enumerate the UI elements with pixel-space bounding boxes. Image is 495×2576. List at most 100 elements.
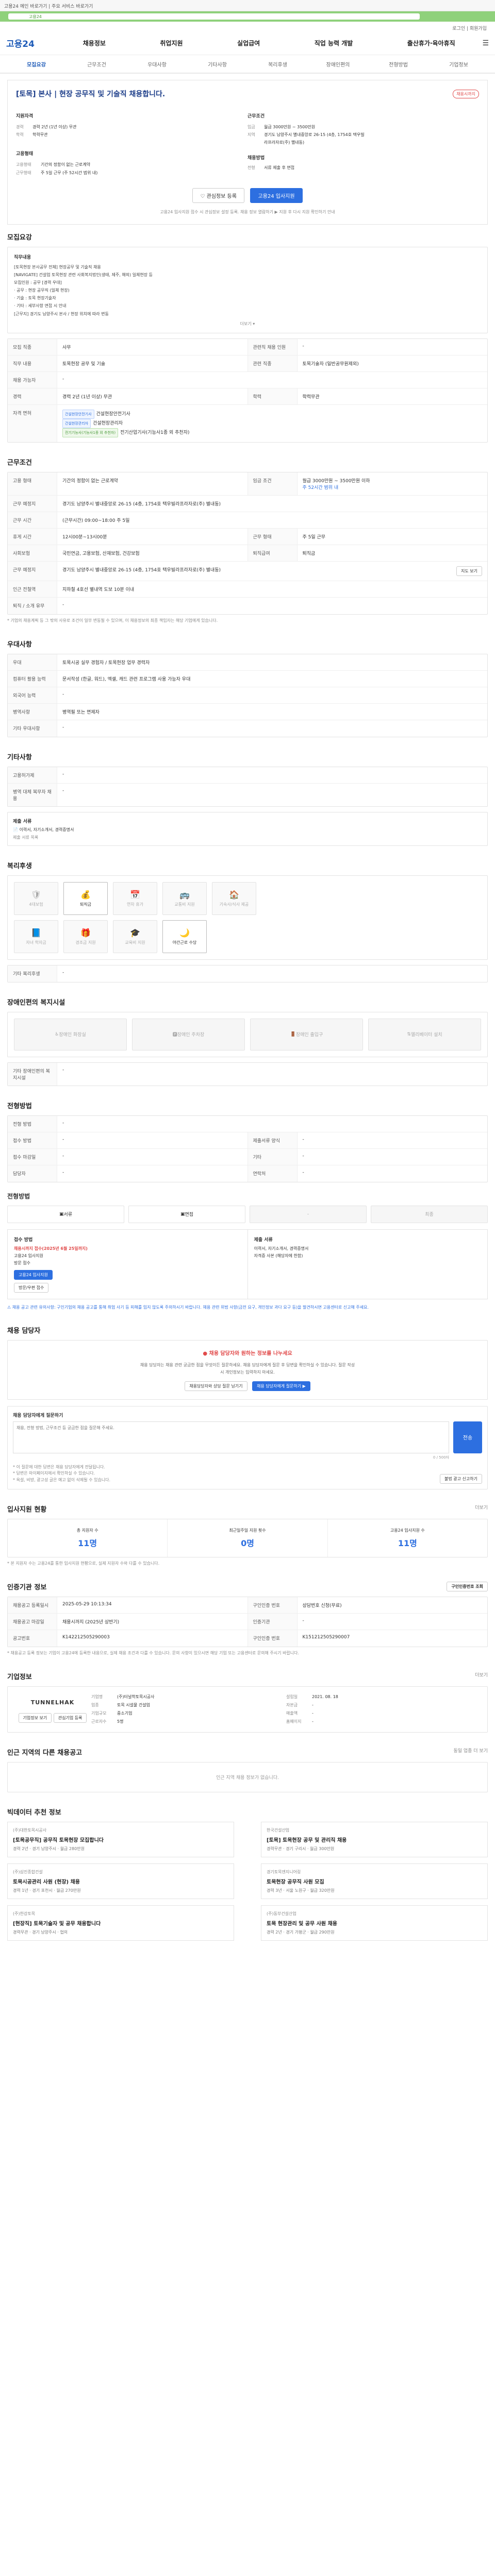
screening-section: 전형방법 전형 방법 - 접수 방법 - 제출서류 양식 - 접수 마감일 - 기타 - … [7,1093,488,1318]
cert-lookup-button[interactable]: 구인인증번호 조회 [447,1581,488,1591]
question-submit-button[interactable]: 전송 [453,1421,482,1453]
contact-section: 채용 담당자 ● 채용 담당자와 원하는 정보를 나누세요 채용 담당자는 채용… [7,1318,488,1497]
screening-row: 접수 방법 - 제출서류 양식 - [8,1132,487,1149]
tab-company[interactable]: 기업정보 [428,60,489,68]
benefit-item: 📘 자녀 학자금 [14,920,58,953]
company-key: 기업명 [91,1694,103,1699]
row-value: 토목현장 공무 및 기술 [62,361,106,367]
stat-value: 11명 [398,1538,417,1549]
related-job-title[interactable]: [토목] 토목현장 공무 및 관리직 채용 [267,1836,482,1843]
row-key: 컴퓨터 활용 능력 [8,670,57,687]
tab-benefit[interactable]: 복리후생 [248,60,308,68]
related-job-card[interactable]: (주)동부건설산업 토목 현장관리 및 공무 사원 채용 경력 2년 · 경기 가평… [261,1905,488,1941]
tab-recruit[interactable]: 모집요강 [6,60,67,68]
cert-note: * 채용공고 등록 정보는 기업이 고용24에 등록한 내용으로, 실제 채용 … [7,1650,300,1655]
disabled-card-label: 엘리베이터 설치 [410,1032,442,1038]
license-tag: 전기기능사(기능사1종 외 추천자) [62,428,119,437]
etc-row: 병역 대체 복무자 채용 - [8,783,487,806]
row-key: 관련 직종 [248,355,298,371]
disabled-card: 🚪 장애인 출입구 [250,1018,363,1050]
report-ad-button[interactable]: 불법 광고 신고하기 [440,1474,482,1484]
apply-button[interactable]: 고용24 입사지원 [250,188,303,203]
recruit-row: 경력 경력 2년 (1년 이상) 무관 학력 학력무관 [8,388,487,405]
tab-screening[interactable]: 전형방법 [368,60,428,68]
calendar-icon: 📅 [130,889,140,900]
stat-label: 최근일주일 지원 횟수 [229,1528,266,1533]
company-key: 홈페이지 [286,1719,302,1724]
screening-row: 담당자 - 연락처 - [8,1165,487,1182]
map-button[interactable]: 지도 보기 [456,566,482,576]
nav-item-leave[interactable]: 출산휴가·육아휴직 [407,39,455,47]
apply-method-line: 방문 접수 [14,1260,30,1265]
nav-item-unemployment[interactable]: 실업급여 [237,39,260,47]
career-key: 경력 [16,125,24,129]
related-job-title[interactable]: [토목공무직] 공무직 토목현장 모집합니다 [13,1836,228,1843]
apply-visit-button[interactable]: 방문/우편 접수 [14,1282,49,1293]
tab-pref[interactable]: 우대사항 [127,60,187,68]
related-job-title[interactable]: [현장직] 토목기술자 및 공무 채용합니다 [13,1919,228,1927]
alert-icon: ● [203,1351,209,1357]
recruit-more[interactable]: 더보기 ▾ [14,321,481,327]
doc-icon: ▣ [59,1211,64,1217]
row-value: 2025-05-29 10:13:34 [62,1601,112,1607]
company-logo: TUNNELHAK [30,1699,75,1706]
company-follow-button[interactable]: 관심기업 등록 [53,1713,87,1723]
tab-work[interactable]: 근무조건 [67,60,127,68]
nav-item-jobs[interactable]: 채용정보 [83,39,106,47]
cert-row: 채용공고 마감일 채용시까지 (2025년 상반기) 인증기관 - [8,1613,487,1630]
interest-button[interactable]: ♡ 관심정보 등록 [192,188,244,203]
company-section: 기업정보 더보기 TUNNELHAK 기업정보 보기 관심기업 등록 기업명 (주)… [7,1664,488,1740]
login-text[interactable]: 로그인 | 회원가입 [452,26,487,31]
site-logo[interactable]: 고용24 [6,37,56,49]
row-key: 접수 마감일 [8,1148,57,1165]
related-job-title[interactable]: 토목시공관리 사원 (현장) 채용 [13,1877,228,1885]
work-row: 사회보험 국민연금, 고용보험, 산재보험, 건강보험 퇴직급여 퇴직금 [8,545,487,562]
screening-row: 전형 방법 - [8,1115,487,1132]
worktype-key: 근무형태 [16,170,31,175]
row-key: 기타 복리후생 [8,965,57,982]
company-info-button[interactable]: 기업정보 보기 [18,1713,52,1723]
question-input[interactable] [13,1421,449,1453]
apply-online-button[interactable]: 고용24 입사지원 [14,1269,53,1280]
menu-icon[interactable]: ☰ [482,39,489,47]
related-job-title[interactable]: 토목 현장관리 및 공무 사원 채용 [267,1919,482,1927]
doc-box: 제출 서류 📄 이력서, 자기소개서, 경력증명서 제출 서류 목록 [7,811,488,846]
row-value: 사무 [62,345,71,350]
benefit-label: 연차 휴가 [127,902,143,907]
tab-etc[interactable]: 기타사항 [187,60,248,68]
step-label: 최종 [425,1212,434,1218]
others-more[interactable]: 동일 업종 더 보기 [453,1747,488,1757]
row-value: 기간의 정함이 없는 근로계약 [62,478,118,484]
type-heading: 고용형태 [16,151,34,157]
row-key: 퇴직 / 소개 유무 [8,597,57,614]
related-job-card[interactable]: (주)삼진종합건설 토목시공관리 사원 (현장) 채용 경력 1년 · 경기 포천시… [7,1863,234,1899]
login-links[interactable]: 로그인 | 회원가입 [0,22,495,31]
moon-icon: 🌙 [179,927,190,938]
dday-badge: 채용시까지 [453,89,479,98]
ask-question-button[interactable]: 채용 담당자에게 질문하기 ▶ [252,1381,310,1391]
tab-disabled[interactable]: 장애인편의 [308,60,368,68]
disabled-card-label: 장애인 화장실 [59,1032,86,1038]
notice-banner-pill[interactable]: 고용24 [8,13,420,20]
screening-step: - [250,1205,367,1223]
related-job-card[interactable]: 경기토목엔지니어링 토목현장 공무직 사원 모집 경력 3년 · 서울 노원구 · … [261,1863,488,1899]
related-job-card[interactable]: 한국건설산업 [토목] 토목현장 공무 및 관리직 채용 경력무관 · 경기 구리시… [261,1821,488,1857]
related-job-card[interactable]: (주)한강토목 [현장직] 토목기술자 및 공무 채용합니다 경력무관 · 경기 남… [7,1905,234,1941]
nav-item-training[interactable]: 직업 능력 개발 [315,39,353,47]
site-header: 고용24 채용정보 취업지원 실업급여 직업 능력 개발 출산휴가·육아휴직 ☰ [0,31,495,55]
related-job-card[interactable]: (주)대한토목시공사 [토목공무직] 공무직 토목현장 모집합니다 경력 2년 · … [7,1821,234,1857]
related-job-title[interactable]: 토목현장 공무직 사원 모집 [267,1877,482,1885]
row-value: - [62,1067,64,1073]
company-key: 매출액 [286,1710,298,1716]
company-more[interactable]: 더보기 [475,1671,488,1681]
main-nav: 채용정보 취업지원 실업급여 직업 능력 개발 출산휴가·육아휴직 [56,39,482,47]
row-value: 경력 2년 (1년 이상) 무관 [62,394,112,400]
benefit-item: 🌙 야간근로 수당 [162,920,207,953]
leave-question-button[interactable]: 채용담당자와 상담 질문 남기기 [185,1381,248,1391]
row-value: - [302,1153,304,1159]
chat-icon: ▣ [180,1211,185,1217]
nav-item-employment-support[interactable]: 취업지원 [160,39,183,47]
stats-more[interactable]: 더보기 [475,1504,488,1514]
contact-notes: * 이 질문에 대한 답변은 채용 담당자에게 전달됩니다. * 답변은 마이페… [13,1464,111,1483]
company-key: 근로자수 [91,1719,107,1724]
